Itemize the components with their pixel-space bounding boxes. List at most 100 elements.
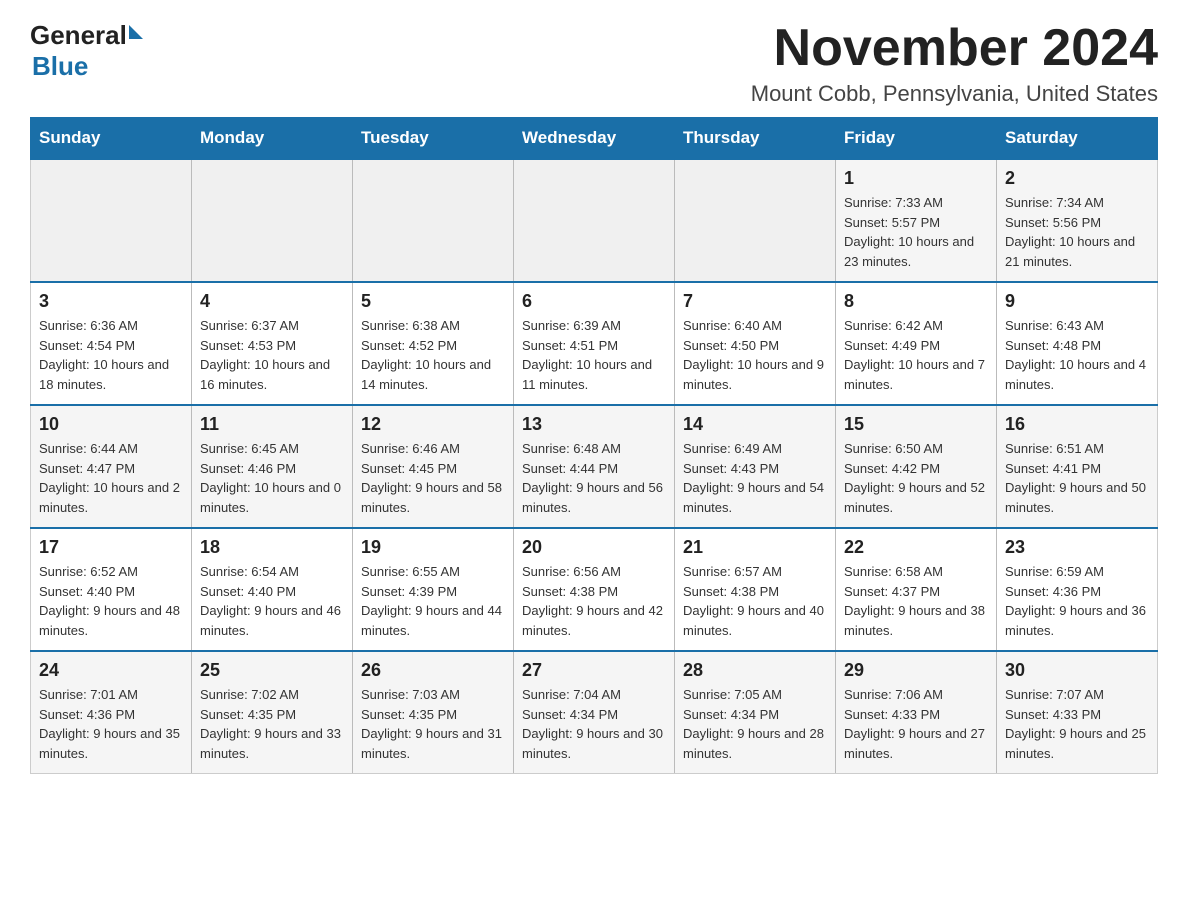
day-info: Sunrise: 6:50 AM Sunset: 4:42 PM Dayligh… (844, 441, 985, 515)
calendar-cell: 13 Sunrise: 6:48 AM Sunset: 4:44 PM Dayli… (514, 405, 675, 528)
calendar-cell: 11Sunrise: 6:45 AM Sunset: 4:46 PM Dayli… (192, 405, 353, 528)
calendar-cell: 23Sunrise: 6:59 AM Sunset: 4:36 PM Dayli… (997, 528, 1158, 651)
calendar-cell: 14 Sunrise: 6:49 AM Sunset: 4:43 PM Dayli… (675, 405, 836, 528)
calendar-cell: 16 Sunrise: 6:51 AM Sunset: 4:41 PM Dayli… (997, 405, 1158, 528)
calendar-header-monday: Monday (192, 118, 353, 160)
day-number: 3 (39, 291, 183, 312)
calendar-header-saturday: Saturday (997, 118, 1158, 160)
day-info: Sunrise: 7:06 AM Sunset: 4:33 PM Dayligh… (844, 687, 985, 761)
day-number: 28 (683, 660, 827, 681)
logo: General Blue (30, 20, 143, 82)
calendar-cell: 3 Sunrise: 6:36 AM Sunset: 4:54 PM Daylig… (31, 282, 192, 405)
calendar-cell: 29Sunrise: 7:06 AM Sunset: 4:33 PM Dayli… (836, 651, 997, 774)
day-info: Sunrise: 6:52 AM Sunset: 4:40 PM Dayligh… (39, 564, 180, 638)
day-info: Sunrise: 7:07 AM Sunset: 4:33 PM Dayligh… (1005, 687, 1146, 761)
day-number: 6 (522, 291, 666, 312)
day-number: 10 (39, 414, 183, 435)
day-number: 5 (361, 291, 505, 312)
calendar-cell (514, 159, 675, 282)
location-title: Mount Cobb, Pennsylvania, United States (751, 81, 1158, 107)
calendar-week-row: 1 Sunrise: 7:33 AM Sunset: 5:57 PM Daylig… (31, 159, 1158, 282)
day-number: 8 (844, 291, 988, 312)
day-number: 26 (361, 660, 505, 681)
calendar-header-friday: Friday (836, 118, 997, 160)
day-number: 19 (361, 537, 505, 558)
day-info: Sunrise: 6:58 AM Sunset: 4:37 PM Dayligh… (844, 564, 985, 638)
calendar-week-row: 17 Sunrise: 6:52 AM Sunset: 4:40 PM Dayli… (31, 528, 1158, 651)
month-title: November 2024 (751, 20, 1158, 77)
calendar-header-tuesday: Tuesday (353, 118, 514, 160)
day-info: Sunrise: 6:40 AM Sunset: 4:50 PM Dayligh… (683, 318, 824, 392)
calendar-cell: 1 Sunrise: 7:33 AM Sunset: 5:57 PM Daylig… (836, 159, 997, 282)
calendar-cell (353, 159, 514, 282)
title-section: November 2024 Mount Cobb, Pennsylvania, … (751, 20, 1158, 107)
day-number: 1 (844, 168, 988, 189)
calendar-week-row: 10 Sunrise: 6:44 AM Sunset: 4:47 PM Dayli… (31, 405, 1158, 528)
calendar-week-row: 3 Sunrise: 6:36 AM Sunset: 4:54 PM Daylig… (31, 282, 1158, 405)
calendar-cell: 24 Sunrise: 7:01 AM Sunset: 4:36 PM Dayli… (31, 651, 192, 774)
day-number: 16 (1005, 414, 1149, 435)
page-header: General Blue November 2024 Mount Cobb, P… (30, 20, 1158, 107)
day-number: 15 (844, 414, 988, 435)
calendar-cell: 4Sunrise: 6:37 AM Sunset: 4:53 PM Daylig… (192, 282, 353, 405)
day-number: 24 (39, 660, 183, 681)
calendar-cell: 21Sunrise: 6:57 AM Sunset: 4:38 PM Dayli… (675, 528, 836, 651)
calendar-cell: 7 Sunrise: 6:40 AM Sunset: 4:50 PM Daylig… (675, 282, 836, 405)
calendar-cell: 22 Sunrise: 6:58 AM Sunset: 4:37 PM Dayli… (836, 528, 997, 651)
day-info: Sunrise: 6:37 AM Sunset: 4:53 PM Dayligh… (200, 318, 330, 392)
calendar-cell (675, 159, 836, 282)
day-info: Sunrise: 6:43 AM Sunset: 4:48 PM Dayligh… (1005, 318, 1146, 392)
day-number: 30 (1005, 660, 1149, 681)
calendar-cell: 10 Sunrise: 6:44 AM Sunset: 4:47 PM Dayli… (31, 405, 192, 528)
calendar-header-sunday: Sunday (31, 118, 192, 160)
day-info: Sunrise: 6:39 AM Sunset: 4:51 PM Dayligh… (522, 318, 652, 392)
day-number: 21 (683, 537, 827, 558)
calendar-cell: 12 Sunrise: 6:46 AM Sunset: 4:45 PM Dayli… (353, 405, 514, 528)
day-number: 23 (1005, 537, 1149, 558)
day-info: Sunrise: 6:38 AM Sunset: 4:52 PM Dayligh… (361, 318, 491, 392)
logo-general: General (30, 20, 127, 51)
day-number: 9 (1005, 291, 1149, 312)
day-number: 25 (200, 660, 344, 681)
day-number: 12 (361, 414, 505, 435)
day-number: 13 (522, 414, 666, 435)
day-info: Sunrise: 7:02 AM Sunset: 4:35 PM Dayligh… (200, 687, 341, 761)
day-info: Sunrise: 6:36 AM Sunset: 4:54 PM Dayligh… (39, 318, 169, 392)
day-info: Sunrise: 6:46 AM Sunset: 4:45 PM Dayligh… (361, 441, 502, 515)
day-info: Sunrise: 6:49 AM Sunset: 4:43 PM Dayligh… (683, 441, 824, 515)
calendar-cell: 6 Sunrise: 6:39 AM Sunset: 4:51 PM Daylig… (514, 282, 675, 405)
calendar-cell: 18Sunrise: 6:54 AM Sunset: 4:40 PM Dayli… (192, 528, 353, 651)
day-number: 17 (39, 537, 183, 558)
day-info: Sunrise: 7:33 AM Sunset: 5:57 PM Dayligh… (844, 195, 974, 269)
calendar-header-row: SundayMondayTuesdayWednesdayThursdayFrid… (31, 118, 1158, 160)
day-info: Sunrise: 6:56 AM Sunset: 4:38 PM Dayligh… (522, 564, 663, 638)
calendar-cell (31, 159, 192, 282)
calendar-cell: 20 Sunrise: 6:56 AM Sunset: 4:38 PM Dayli… (514, 528, 675, 651)
day-number: 14 (683, 414, 827, 435)
day-number: 20 (522, 537, 666, 558)
calendar-cell: 17 Sunrise: 6:52 AM Sunset: 4:40 PM Dayli… (31, 528, 192, 651)
day-info: Sunrise: 6:48 AM Sunset: 4:44 PM Dayligh… (522, 441, 663, 515)
day-info: Sunrise: 7:03 AM Sunset: 4:35 PM Dayligh… (361, 687, 502, 761)
day-number: 11 (200, 414, 344, 435)
day-info: Sunrise: 7:01 AM Sunset: 4:36 PM Dayligh… (39, 687, 180, 761)
day-info: Sunrise: 7:05 AM Sunset: 4:34 PM Dayligh… (683, 687, 824, 761)
calendar-cell: 30 Sunrise: 7:07 AM Sunset: 4:33 PM Dayli… (997, 651, 1158, 774)
logo-blue: Blue (32, 51, 88, 82)
day-info: Sunrise: 7:04 AM Sunset: 4:34 PM Dayligh… (522, 687, 663, 761)
calendar-header-wednesday: Wednesday (514, 118, 675, 160)
day-info: Sunrise: 6:51 AM Sunset: 4:41 PM Dayligh… (1005, 441, 1146, 515)
calendar-cell: 2Sunrise: 7:34 AM Sunset: 5:56 PM Daylig… (997, 159, 1158, 282)
day-number: 7 (683, 291, 827, 312)
day-info: Sunrise: 7:34 AM Sunset: 5:56 PM Dayligh… (1005, 195, 1135, 269)
calendar-cell: 28 Sunrise: 7:05 AM Sunset: 4:34 PM Dayli… (675, 651, 836, 774)
calendar-cell: 19 Sunrise: 6:55 AM Sunset: 4:39 PM Dayli… (353, 528, 514, 651)
calendar-table: SundayMondayTuesdayWednesdayThursdayFrid… (30, 117, 1158, 774)
day-info: Sunrise: 6:55 AM Sunset: 4:39 PM Dayligh… (361, 564, 502, 638)
calendar-cell: 27Sunrise: 7:04 AM Sunset: 4:34 PM Dayli… (514, 651, 675, 774)
calendar-cell: 5 Sunrise: 6:38 AM Sunset: 4:52 PM Daylig… (353, 282, 514, 405)
calendar-cell (192, 159, 353, 282)
day-number: 22 (844, 537, 988, 558)
day-info: Sunrise: 6:44 AM Sunset: 4:47 PM Dayligh… (39, 441, 180, 515)
calendar-header-thursday: Thursday (675, 118, 836, 160)
